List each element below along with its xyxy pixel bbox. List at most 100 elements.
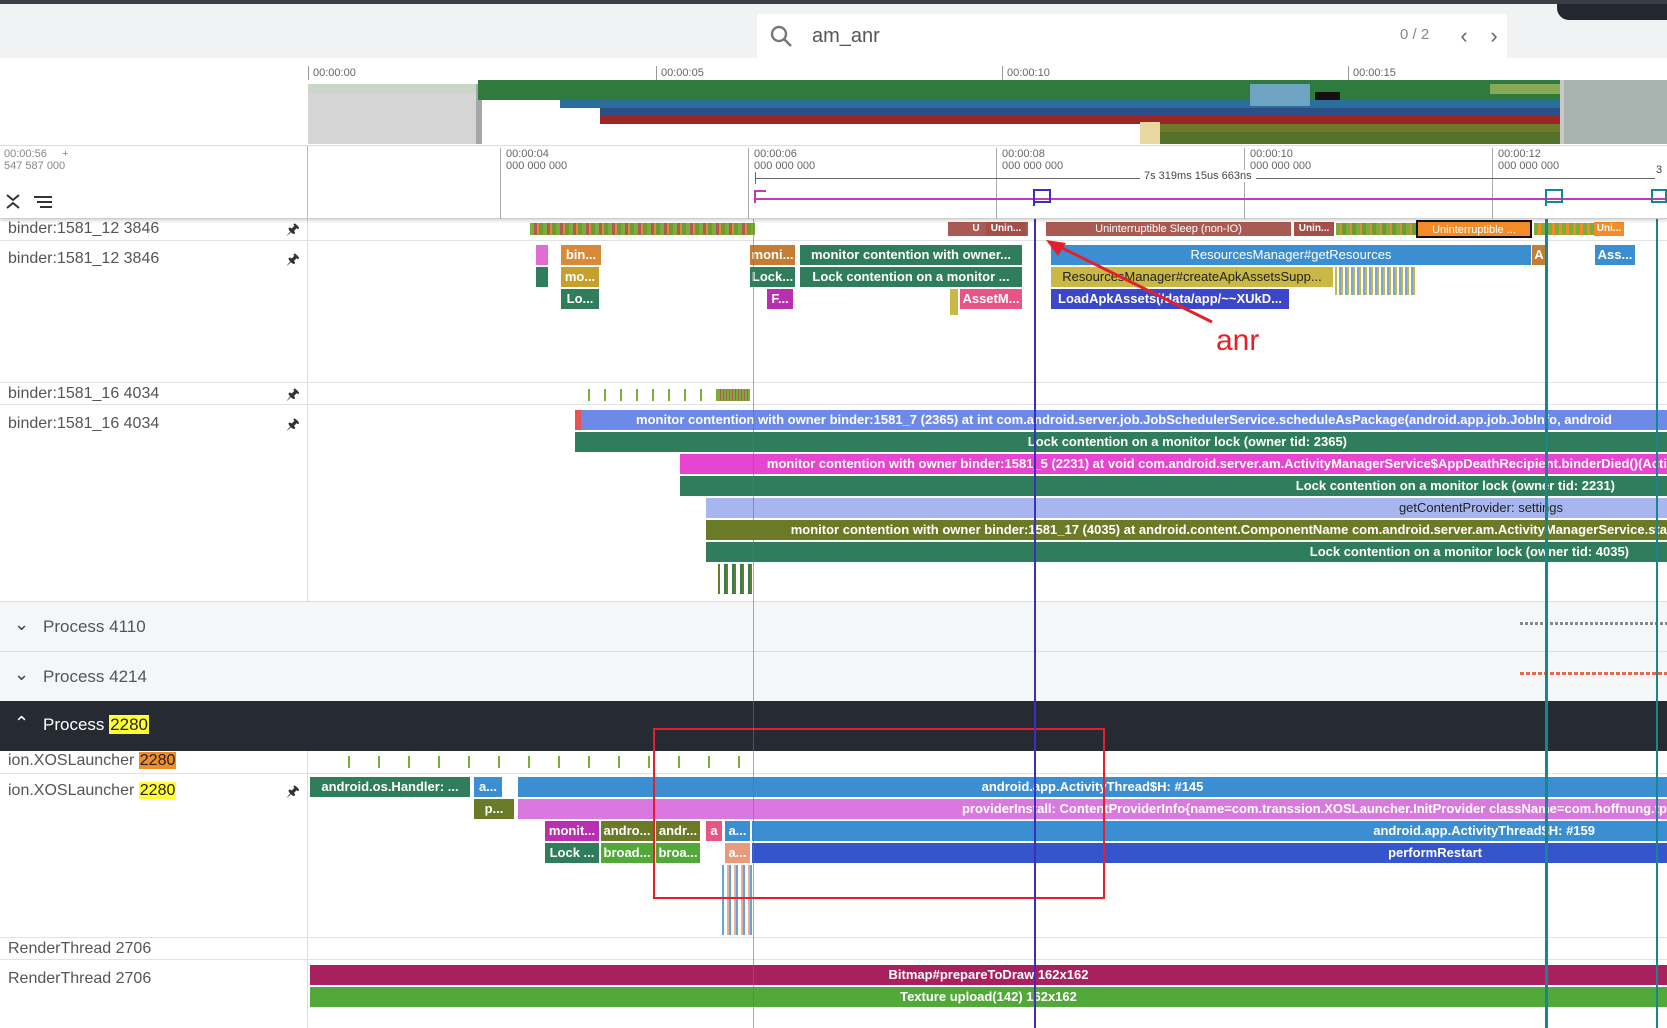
chevron-down-icon[interactable]: ⌄	[14, 614, 29, 635]
slice[interactable]: Lock contention on a monitor ...	[800, 267, 1022, 287]
flag-marker-line-blue[interactable]	[1034, 200, 1036, 1028]
current-time-readout: 00:00:56 + 547 587 000	[4, 148, 69, 172]
prev-result-button[interactable]: ‹	[1452, 23, 1476, 49]
pin-icon[interactable]: 🖈	[286, 249, 300, 274]
slice[interactable]: getContentProvider: settings	[706, 498, 1667, 518]
slice[interactable]: F...	[767, 289, 793, 309]
ruler-tick: 00:00:04 000 000 000	[500, 148, 567, 219]
overview-timeline[interactable]: 00:00:00 00:00:05 00:00:10 00:00:15	[0, 58, 1667, 146]
ruler-tick: 00:00:08 000 000 000	[996, 148, 1063, 219]
process-title: Process 4214	[43, 667, 147, 686]
time-ruler[interactable]: 00:00:56 + 547 587 000 00:00:04 000 000 0…	[0, 146, 1667, 219]
slice[interactable]: broad...	[601, 843, 653, 863]
process-summary-marks	[1520, 622, 1667, 625]
track-label-xoslauncher-summary[interactable]: ion.XOSLauncher 2280	[8, 752, 177, 770]
search-icon	[770, 25, 792, 47]
pin-icon[interactable]: 🖈	[286, 781, 300, 806]
slice[interactable]	[536, 245, 548, 265]
slice[interactable]: android.os.Handler: ...	[310, 777, 470, 797]
flag-marker-line-teal-edge[interactable]	[1656, 200, 1658, 1028]
slice[interactable]	[536, 267, 548, 287]
slice[interactable]: AssetM...	[960, 289, 1022, 309]
filter-tracks-icon[interactable]	[32, 194, 54, 210]
track-label-binder-3846[interactable]: binder:1581_12 3846	[8, 250, 159, 268]
process-title: Process 4110	[43, 617, 146, 636]
area-selection-start-line	[753, 219, 754, 1028]
slice[interactable]: monitor contention with owner binder:158…	[680, 454, 1667, 474]
pin-icon[interactable]: 🖈	[286, 384, 300, 409]
top-bar: 0 / 2 ‹ ›	[0, 0, 1667, 58]
ruler-divider	[307, 146, 308, 219]
track-separator	[0, 937, 1667, 938]
pin-icon[interactable]: 🖈	[286, 414, 300, 439]
slice[interactable]: Lock contention on a monitor lock (owner…	[575, 432, 1667, 452]
search-input[interactable]	[812, 22, 1332, 50]
flag-marker-line-teal[interactable]	[1545, 200, 1548, 1028]
thread-state-strip[interactable]	[1336, 223, 1416, 235]
slice[interactable]: Lock contention on a monitor lock (owner…	[680, 476, 1667, 496]
slice[interactable]: monitor contention with owner...	[800, 245, 1022, 265]
slice[interactable]: Lock...	[750, 267, 795, 287]
ruler-tick: 00:00:12 000 000 000	[1492, 148, 1559, 219]
track-label-xoslauncher[interactable]: ion.XOSLauncher 2280	[8, 782, 177, 800]
chevron-up-icon[interactable]: ⌃	[14, 713, 29, 734]
thread-state-strip[interactable]	[1534, 223, 1594, 235]
state-slice[interactable]: Uni...	[1594, 222, 1624, 236]
state-slice-sleep[interactable]: Uninterruptible Sleep (non-IO)	[1046, 222, 1291, 236]
state-slice[interactable]: Unin...	[986, 222, 1026, 236]
slice[interactable]: Lo...	[561, 289, 599, 309]
ruler-tick: 00:00:06 000 000 000	[748, 148, 815, 219]
slice[interactable]: A	[1532, 245, 1546, 265]
state-slice-selected[interactable]: Uninterruptible ...	[1416, 220, 1532, 238]
span-measure-label: 7s 319ms 15us 663ns	[1140, 170, 1256, 182]
slice[interactable]: p...	[474, 799, 514, 819]
track-label-binder-4034-summary[interactable]: binder:1581_16 4034	[8, 385, 159, 403]
selection-start-marker[interactable]	[754, 190, 768, 204]
slice[interactable]: Lock contention on a monitor lock (owner…	[706, 542, 1667, 562]
slice[interactable]: a...	[474, 777, 502, 797]
overview-heatmap	[308, 80, 1667, 144]
annotation-rectangle	[653, 728, 1105, 899]
track-separator	[0, 240, 1667, 241]
track-label-binder-3846-summary[interactable]: binder:1581_12 3846	[8, 220, 159, 238]
topbar-corner	[1557, 4, 1667, 20]
track-label-renderthread[interactable]: RenderThread 2706	[8, 970, 151, 988]
slice[interactable]: monitor contention with owner binder:158…	[706, 520, 1667, 540]
flag-blue-icon[interactable]	[1032, 188, 1054, 206]
slice[interactable]: Ass...	[1595, 245, 1635, 265]
slice[interactable]: monitor contention with owner binder:158…	[581, 410, 1667, 430]
slice[interactable]: mo...	[561, 267, 599, 287]
process-title: Process 2280	[43, 715, 149, 734]
thread-state-strip[interactable]	[530, 223, 755, 235]
process-group-4214[interactable]: ⌄ Process 4214	[0, 651, 1667, 701]
flag-teal-edge-icon[interactable]	[1648, 188, 1667, 206]
track-label-binder-4034[interactable]: binder:1581_16 4034	[8, 415, 159, 433]
collapse-all-icon[interactable]	[4, 192, 22, 210]
next-result-button[interactable]: ›	[1482, 23, 1506, 49]
slice[interactable]: Texture upload(142) 162x162	[310, 987, 1667, 1007]
slice-cluster[interactable]	[718, 564, 753, 594]
chevron-down-icon[interactable]: ⌄	[14, 664, 29, 685]
track-separator	[0, 382, 1667, 383]
slice[interactable]: moni...	[750, 245, 795, 265]
process-group-4110[interactable]: ⌄ Process 4110	[0, 601, 1667, 651]
process-summary-marks	[1520, 672, 1667, 675]
slice[interactable]: Lock ...	[545, 843, 599, 863]
thread-state-strip[interactable]	[718, 389, 750, 401]
flag-teal-icon[interactable]	[1544, 188, 1566, 206]
slice[interactable]	[950, 289, 958, 315]
state-slice[interactable]: U	[970, 222, 982, 236]
track-label-renderthread-summary[interactable]: RenderThread 2706	[8, 940, 151, 958]
slice[interactable]: bin...	[561, 245, 601, 265]
span-measure-cap	[755, 172, 756, 184]
ruler-tick: 00:00:10 000 000 000	[1244, 148, 1311, 219]
slice[interactable]: monit...	[545, 821, 599, 841]
state-slice[interactable]: Unin...	[1294, 222, 1334, 236]
slice-cluster[interactable]	[1335, 267, 1415, 295]
search-box[interactable]: 0 / 2 ‹ ›	[757, 14, 1507, 58]
area-selection-bar[interactable]	[755, 198, 1667, 200]
slice[interactable]: Bitmap#prepareToDraw 162x162	[310, 965, 1667, 985]
track-separator	[0, 404, 1667, 405]
slice[interactable]: andro...	[601, 821, 653, 841]
anr-label: anr	[1216, 324, 1260, 357]
